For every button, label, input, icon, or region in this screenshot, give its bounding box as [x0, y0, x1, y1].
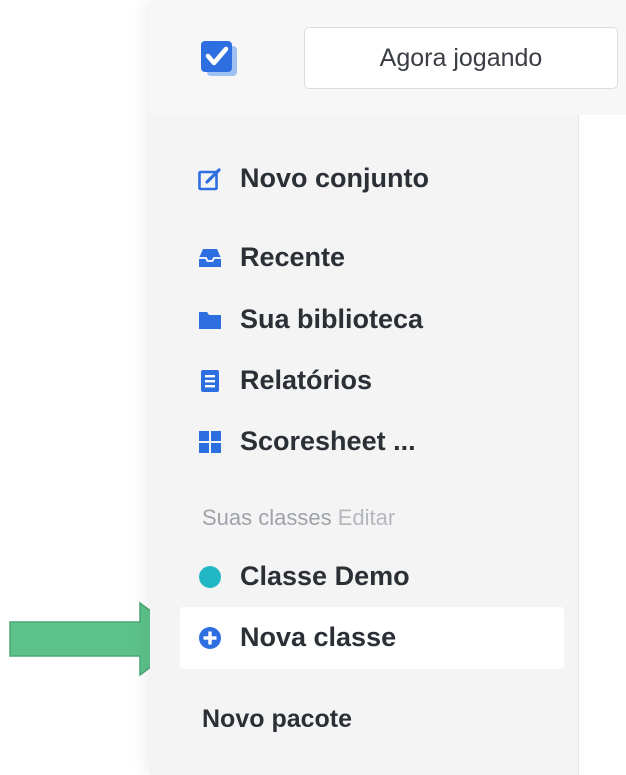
sidebar-item-reports[interactable]: Relatórios — [198, 365, 372, 396]
inbox-tray-icon — [198, 246, 222, 270]
class-item-label: Classe Demo — [240, 561, 410, 591]
sidebar-item-scoresheet[interactable]: Scoresheet ... — [198, 426, 416, 457]
sidebar: Novo conjunto Recente Sua biblioteca Rel… — [150, 115, 579, 775]
top-bar: Agora jogando — [150, 0, 626, 115]
edit-classes-link[interactable]: Editar — [338, 505, 395, 530]
folder-icon — [198, 308, 222, 332]
plus-circle-icon — [198, 626, 222, 650]
classes-section-header: Suas classes Editar — [202, 505, 395, 531]
new-set-label: Novo conjunto — [240, 163, 429, 193]
new-class-label: Nova classe — [240, 622, 397, 652]
sidebar-item-label: Scoresheet ... — [240, 426, 416, 456]
new-class-button[interactable]: Nova classe — [198, 622, 396, 653]
sidebar-item-recent[interactable]: Recente — [198, 242, 345, 273]
now-playing-button[interactable]: Agora jogando — [304, 27, 618, 89]
check-square-stack-icon[interactable] — [198, 38, 240, 80]
new-set-button[interactable]: Novo conjunto — [198, 163, 429, 194]
sidebar-item-label: Sua biblioteca — [240, 304, 424, 334]
sidebar-item-label: Recente — [240, 242, 346, 272]
now-playing-label: Agora jogando — [379, 43, 543, 72]
grid-icon — [198, 430, 222, 454]
class-item-demo[interactable]: Classe Demo — [198, 561, 410, 592]
app-panel: Agora jogando Novo conjunto Recente Sua … — [150, 0, 626, 775]
edit-square-icon — [198, 167, 222, 191]
new-package-button[interactable]: Novo pacote — [202, 705, 352, 734]
classes-section-label: Suas classes — [202, 505, 332, 530]
report-document-icon — [198, 369, 222, 393]
teal-dot-icon — [198, 565, 222, 589]
new-package-label: Novo pacote — [202, 705, 353, 733]
sidebar-item-library[interactable]: Sua biblioteca — [198, 304, 423, 335]
sidebar-item-label: Relatórios — [240, 365, 373, 395]
